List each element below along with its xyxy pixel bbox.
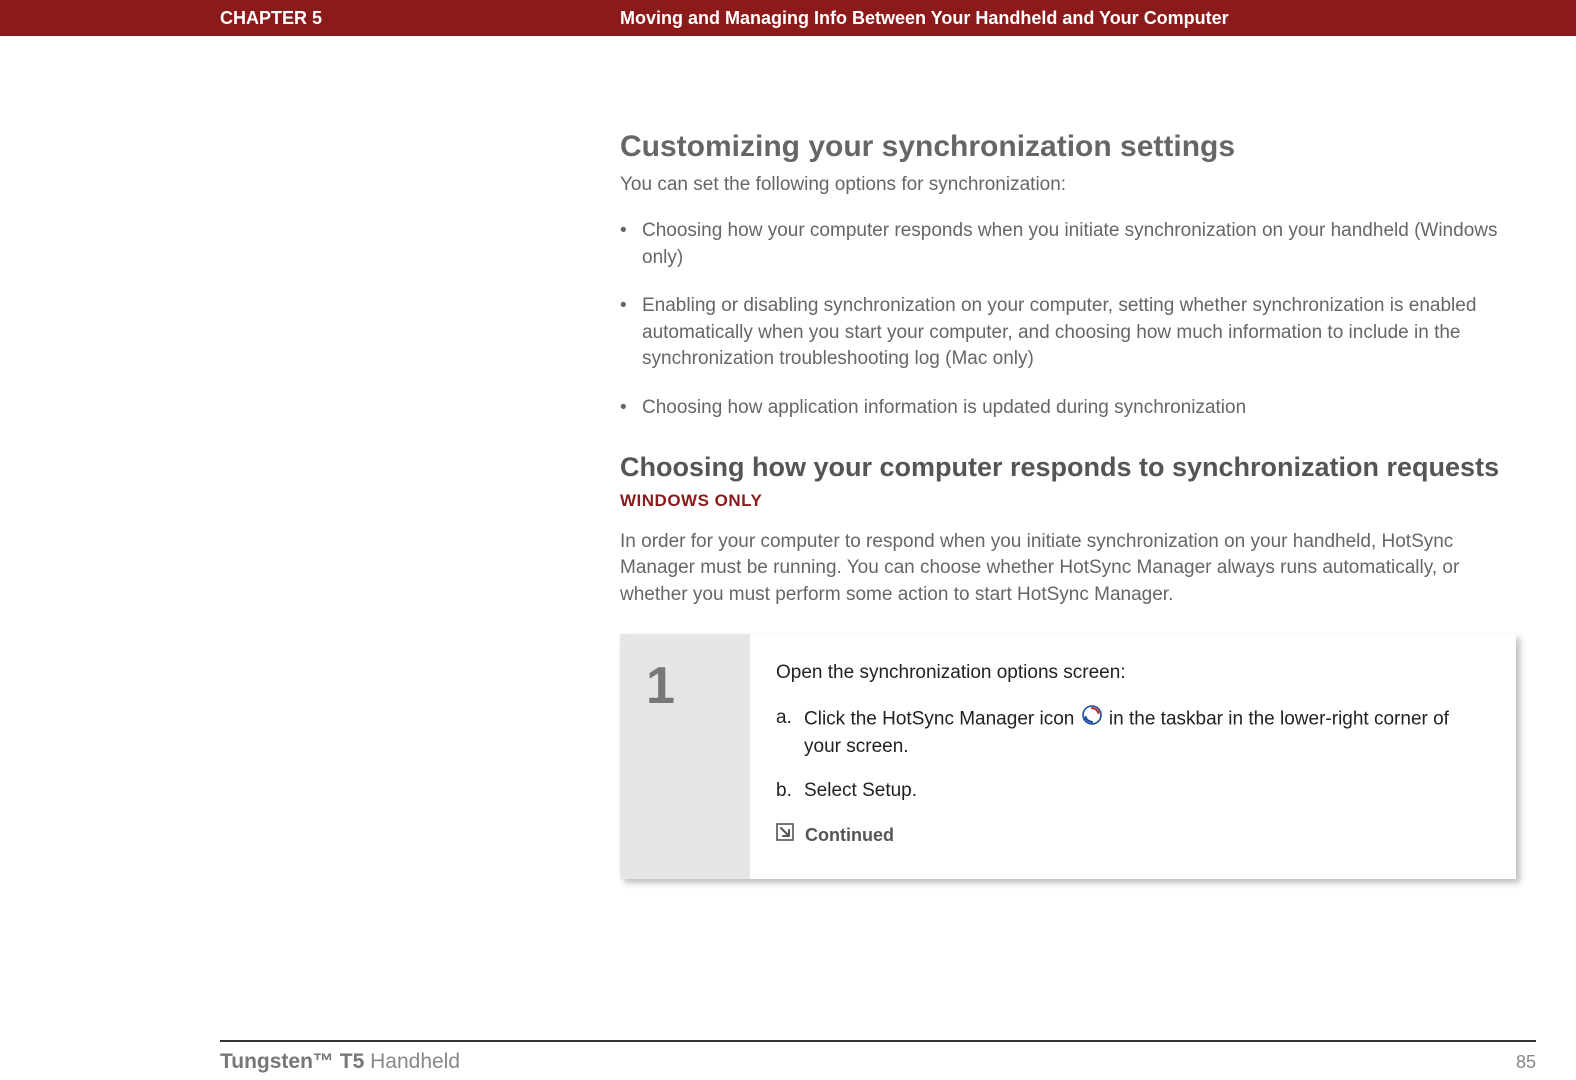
sub-step-b: b. Select Setup.	[776, 778, 1490, 805]
subsection-heading: Choosing how your computer responds to s…	[620, 452, 1516, 483]
continued-indicator: Continued	[776, 823, 1490, 849]
sub-step-text: Select Setup.	[804, 780, 917, 801]
footer-product: Tungsten™ T5 Handheld	[220, 1050, 460, 1074]
header-title: Moving and Managing Info Between Your Ha…	[620, 8, 1229, 29]
arrow-down-right-icon	[776, 823, 794, 848]
platform-label: WINDOWS ONLY	[620, 491, 1516, 511]
chapter-label: CHAPTER 5	[220, 8, 570, 29]
bullet-item: Choosing how your computer responds when…	[620, 218, 1516, 271]
step-body: Open the synchronization options screen:…	[750, 634, 1516, 878]
sub-step-a: a. Click the HotSync Manager icon	[776, 705, 1490, 760]
step-number-cell: 1	[620, 634, 750, 878]
footer-product-bold: Tungsten™ T5	[220, 1050, 364, 1073]
bullet-item: Enabling or disabling synchronization on…	[620, 293, 1516, 373]
step-intro: Open the synchronization options screen:	[776, 660, 1490, 687]
step-number: 1	[646, 660, 724, 712]
footer-page-number: 85	[1516, 1052, 1536, 1073]
bullet-list: Choosing how your computer responds when…	[620, 218, 1516, 422]
sub-step-label: a.	[776, 705, 792, 732]
page-footer: Tungsten™ T5 Handheld 85	[220, 1040, 1536, 1074]
chapter-header: CHAPTER 5 Moving and Managing Info Betwe…	[0, 0, 1576, 36]
sub-step-list: a. Click the HotSync Manager icon	[776, 705, 1490, 805]
page-content: Customizing your synchronization setting…	[620, 130, 1516, 879]
subsection-description: In order for your computer to respond wh…	[620, 529, 1516, 609]
footer-product-rest: Handheld	[364, 1050, 460, 1073]
section-heading: Customizing your synchronization setting…	[620, 130, 1516, 164]
bullet-item: Choosing how application information is …	[620, 395, 1516, 422]
step-box: 1 Open the synchronization options scree…	[620, 634, 1516, 878]
hotsync-icon	[1082, 705, 1102, 734]
sub-step-label: b.	[776, 778, 792, 805]
continued-label: Continued	[805, 825, 894, 845]
sub-step-text-before: Click the HotSync Manager icon	[804, 708, 1080, 729]
section-intro: You can set the following options for sy…	[620, 174, 1516, 196]
